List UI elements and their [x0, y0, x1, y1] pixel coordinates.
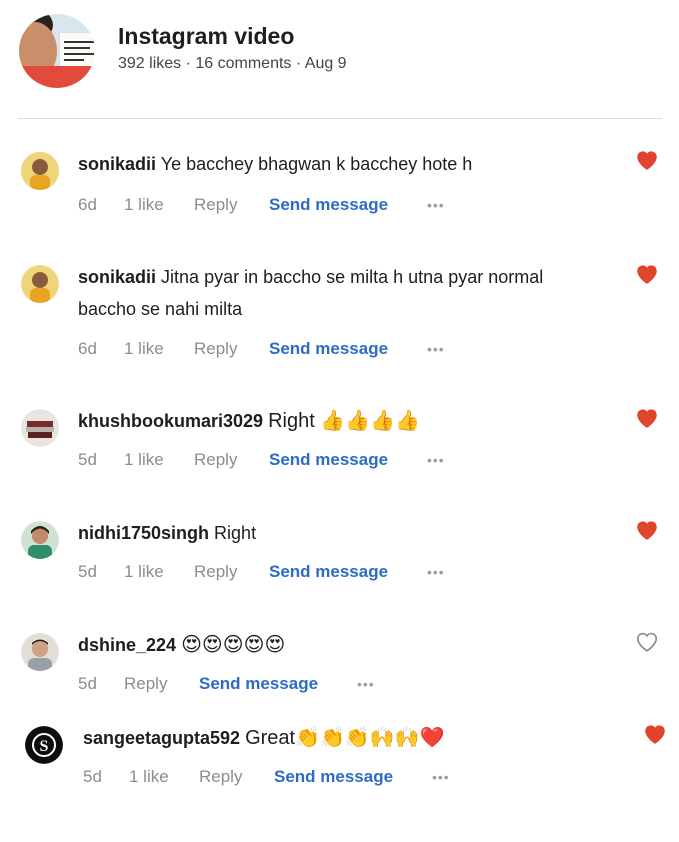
comment-text: Right	[214, 523, 257, 543]
comment-likes[interactable]: 1 like	[129, 767, 199, 787]
post-meta: 392 likes · 16 comments · Aug 9	[118, 55, 347, 73]
avatar[interactable]	[21, 152, 59, 190]
avatar[interactable]	[21, 265, 59, 303]
avatar[interactable]: S	[25, 726, 63, 764]
comment-username[interactable]: nidhi1750singh	[78, 523, 209, 543]
more-horizontal-icon[interactable]: •••	[357, 676, 375, 692]
comment-text: 😍😍😍😍😍	[181, 634, 286, 656]
more-horizontal-icon[interactable]: •••	[427, 452, 445, 468]
heart-icon[interactable]	[634, 147, 660, 171]
comment-text: Ye bacchey bhagwan k bacchey hote h	[160, 154, 473, 174]
heart-outline-icon[interactable]	[634, 629, 660, 653]
reply-button[interactable]: Reply	[194, 339, 269, 359]
avatar[interactable]	[21, 633, 59, 671]
comment-likes[interactable]: 1 like	[124, 339, 194, 359]
comment-username[interactable]: dshine_224	[78, 635, 176, 655]
comment-time[interactable]: 5d	[78, 674, 124, 694]
more-horizontal-icon[interactable]: •••	[427, 197, 445, 213]
post-title[interactable]: Instagram video	[118, 23, 294, 50]
send-message-button[interactable]: Send message	[199, 674, 357, 694]
reply-button[interactable]: Reply	[124, 674, 199, 694]
comment-username[interactable]: sonikadii	[78, 154, 156, 174]
svg-text:S: S	[40, 738, 49, 755]
divider	[18, 118, 662, 119]
heart-icon[interactable]	[642, 721, 668, 745]
comment-text: Jitna pyar in baccho se milta h utna pya…	[161, 267, 544, 287]
reply-button[interactable]: Reply	[194, 562, 269, 582]
send-message-button[interactable]: Send message	[269, 562, 427, 582]
comment-time[interactable]: 5d	[78, 450, 124, 470]
likes-count[interactable]: 392 likes	[118, 55, 181, 72]
meta-separator: ·	[181, 55, 196, 72]
reply-button[interactable]: Reply	[199, 767, 274, 787]
send-message-button[interactable]: Send message	[269, 339, 427, 359]
meta-separator: ·	[291, 55, 305, 72]
comment-likes[interactable]: 1 like	[124, 562, 194, 582]
comment-text: Right 👍👍👍👍	[268, 410, 420, 432]
comment-username[interactable]: sangeetagupta592	[83, 728, 240, 748]
post-date: Aug 9	[304, 55, 347, 72]
more-horizontal-icon[interactable]: •••	[432, 769, 450, 785]
send-message-button[interactable]: Send message	[269, 195, 427, 215]
comment-time[interactable]: 5d	[78, 562, 124, 582]
heart-icon[interactable]	[634, 405, 660, 429]
comment-likes[interactable]: 1 like	[124, 195, 194, 215]
send-message-button[interactable]: Send message	[269, 450, 427, 470]
comment-likes[interactable]: 1 like	[124, 450, 194, 470]
more-horizontal-icon[interactable]: •••	[427, 341, 445, 357]
comment-text: Great👏👏👏🙌🙌❤️	[245, 727, 445, 749]
send-message-button[interactable]: Send message	[274, 767, 432, 787]
video-thumbnail[interactable]	[19, 14, 95, 88]
comments-count[interactable]: 16 comments	[195, 55, 291, 72]
heart-icon[interactable]	[634, 517, 660, 541]
comment-username[interactable]: sonikadii	[78, 267, 156, 287]
reply-button[interactable]: Reply	[194, 450, 269, 470]
reply-button[interactable]: Reply	[194, 195, 269, 215]
comment-username[interactable]: khushbookumari3029	[78, 411, 263, 431]
more-horizontal-icon[interactable]: •••	[427, 564, 445, 580]
avatar[interactable]	[21, 521, 59, 559]
avatar[interactable]	[21, 409, 59, 447]
comment-text-continued: baccho se nahi milta	[78, 299, 243, 319]
heart-icon[interactable]	[634, 261, 660, 285]
post-header: Instagram video 392 likes · 16 comments …	[0, 0, 679, 118]
comment-time[interactable]: 5d	[83, 767, 129, 787]
comment-time[interactable]: 6d	[78, 195, 124, 215]
comment-time[interactable]: 6d	[78, 339, 124, 359]
